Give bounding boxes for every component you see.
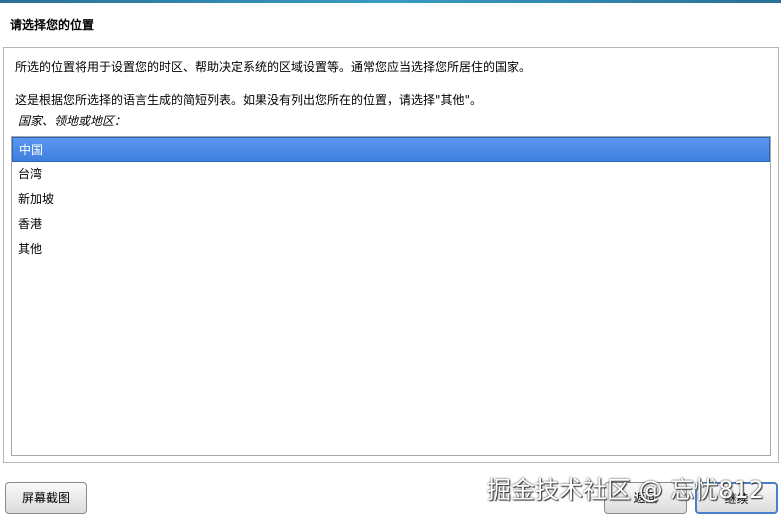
description-text: 所选的位置将用于设置您的时区、帮助决定系统的区域设置等。通常您应当选择您所居住的… xyxy=(15,60,532,74)
list-item-china[interactable]: 中国 xyxy=(12,137,770,162)
back-button[interactable]: 返回 xyxy=(604,482,687,514)
screenshot-button[interactable]: 屏幕截图 xyxy=(5,482,87,514)
list-item-singapore[interactable]: 新加坡 xyxy=(12,187,770,212)
continue-button[interactable]: 继续 xyxy=(695,482,778,514)
country-list[interactable]: 中国 台湾 新加坡 香港 其他 xyxy=(11,136,771,456)
page-title: 请选择您的位置 xyxy=(10,18,95,32)
list-item-taiwan[interactable]: 台湾 xyxy=(12,162,770,187)
list-label: 国家、领地或地区： xyxy=(18,114,127,128)
top-accent-bar xyxy=(0,0,781,3)
list-item-other[interactable]: 其他 xyxy=(12,237,770,262)
list-item-hongkong[interactable]: 香港 xyxy=(12,212,770,237)
content-frame: 所选的位置将用于设置您的时区、帮助决定系统的区域设置等。通常您应当选择您所居住的… xyxy=(3,47,779,463)
hint-text: 这是根据您所选择的语言生成的简短列表。如果没有列出您所在的位置，请选择"其他"。 xyxy=(15,93,483,107)
